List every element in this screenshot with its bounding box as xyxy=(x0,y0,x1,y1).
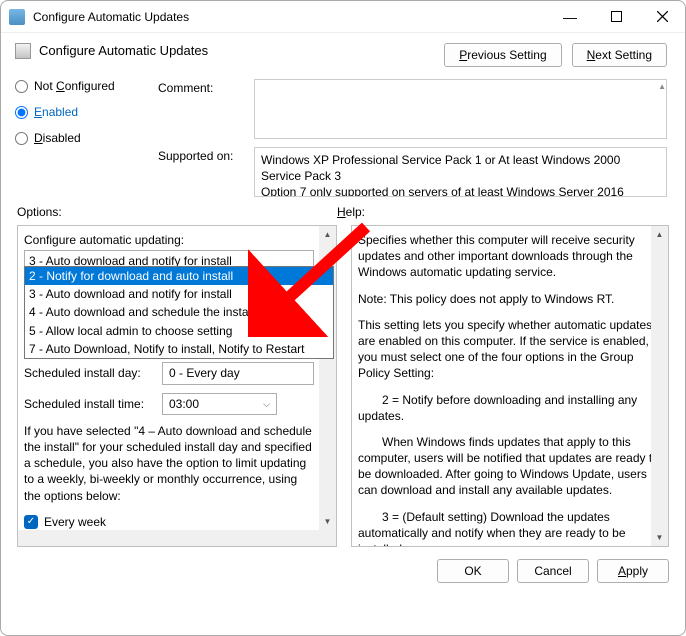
supported-label: Supported on: xyxy=(158,147,254,197)
options-panel: Configure automatic updating: 3 - Auto d… xyxy=(17,225,337,547)
page-title: Configure Automatic Updates xyxy=(39,43,444,58)
help-p1: Specifies whether this computer will rec… xyxy=(358,232,660,281)
apply-button[interactable]: Apply xyxy=(597,559,669,583)
nav-buttons: Previous Setting Next Setting xyxy=(444,43,667,67)
install-day-label: Scheduled install day: xyxy=(24,365,154,381)
configure-updating-dropdown[interactable]: 2 - Notify for download and auto install… xyxy=(24,266,334,359)
window-buttons: — xyxy=(547,1,685,32)
dropdown-item-2[interactable]: 2 - Notify for download and auto install xyxy=(25,267,333,285)
dropdown-item-3[interactable]: 3 - Auto download and notify for install xyxy=(25,285,333,303)
radio-disabled[interactable]: Disabled xyxy=(15,131,136,145)
every-week-label: Every week xyxy=(44,514,106,530)
scroll-up-icon: ▲ xyxy=(319,226,336,243)
comment-label: Comment: xyxy=(158,79,254,139)
cancel-button[interactable]: Cancel xyxy=(517,559,589,583)
policy-icon xyxy=(15,43,31,59)
previous-setting-button[interactable]: Previous Setting xyxy=(444,43,561,67)
maximize-button[interactable] xyxy=(593,1,639,32)
install-time-label: Scheduled install time: xyxy=(24,396,154,412)
ok-button[interactable]: OK xyxy=(437,559,509,583)
header: Configure Automatic Updates Previous Set… xyxy=(1,33,685,71)
scroll-up-icon: ▲ xyxy=(658,82,666,91)
help-scroll-y[interactable]: ▲▼ xyxy=(651,226,668,546)
scroll-down-icon: ▼ xyxy=(319,513,336,530)
footer: OK Cancel Apply xyxy=(1,547,685,595)
titlebar: Configure Automatic Updates — xyxy=(1,1,685,33)
upper-fields: Comment: ▲ Supported on: Windows XP Prof… xyxy=(136,71,685,197)
app-icon xyxy=(9,9,25,25)
panels: Configure automatic updating: 3 - Auto d… xyxy=(1,225,685,547)
schedule-blurb: If you have selected "4 – Auto download … xyxy=(24,423,314,504)
help-note: Note: This policy does not apply to Wind… xyxy=(358,291,660,307)
help-label: Help: xyxy=(337,205,669,219)
every-week-checkbox[interactable]: ✓ Every week xyxy=(24,514,314,530)
radio-enabled[interactable]: Enabled xyxy=(15,105,136,119)
comment-textbox[interactable]: ▲ xyxy=(254,79,667,139)
dropdown-item-7[interactable]: 7 - Auto Download, Notify to install, No… xyxy=(25,340,333,358)
scroll-down-icon: ▼ xyxy=(651,529,668,546)
help-opt2: 2 = Notify before downloading and instal… xyxy=(358,392,660,424)
minimize-button[interactable]: — xyxy=(547,1,593,32)
close-button[interactable] xyxy=(639,1,685,32)
options-scroll-x[interactable] xyxy=(18,530,319,546)
help-p3: When Windows finds updates that apply to… xyxy=(358,434,660,499)
install-time-select[interactable]: 03:00⌵ xyxy=(162,393,277,415)
check-icon: ✓ xyxy=(24,515,38,529)
scroll-up-icon: ▲ xyxy=(651,226,668,243)
state-radios: Not Configured Enabled Disabled xyxy=(1,71,136,157)
scroll-corner xyxy=(319,530,336,546)
next-setting-button[interactable]: Next Setting xyxy=(572,43,667,67)
window-title: Configure Automatic Updates xyxy=(33,10,547,24)
help-p2: This setting lets you specify whether au… xyxy=(358,317,660,382)
help-panel: Specifies whether this computer will rec… xyxy=(351,225,669,547)
chevron-down-icon: ⌵ xyxy=(263,398,270,410)
radio-not-configured[interactable]: Not Configured xyxy=(15,79,136,93)
options-label: Options: xyxy=(17,205,337,219)
dropdown-item-5[interactable]: 5 - Allow local admin to choose setting xyxy=(25,322,333,340)
section-labels: Options: Help: xyxy=(1,205,685,225)
install-day-select[interactable]: 0 - Every day xyxy=(162,362,314,384)
supported-on-text: Windows XP Professional Service Pack 1 o… xyxy=(254,147,667,197)
help-opt3: 3 = (Default setting) Download the updat… xyxy=(358,509,660,546)
dropdown-item-4[interactable]: 4 - Auto download and schedule the insta… xyxy=(25,303,333,321)
configure-updating-label: Configure automatic updating: xyxy=(24,232,314,248)
